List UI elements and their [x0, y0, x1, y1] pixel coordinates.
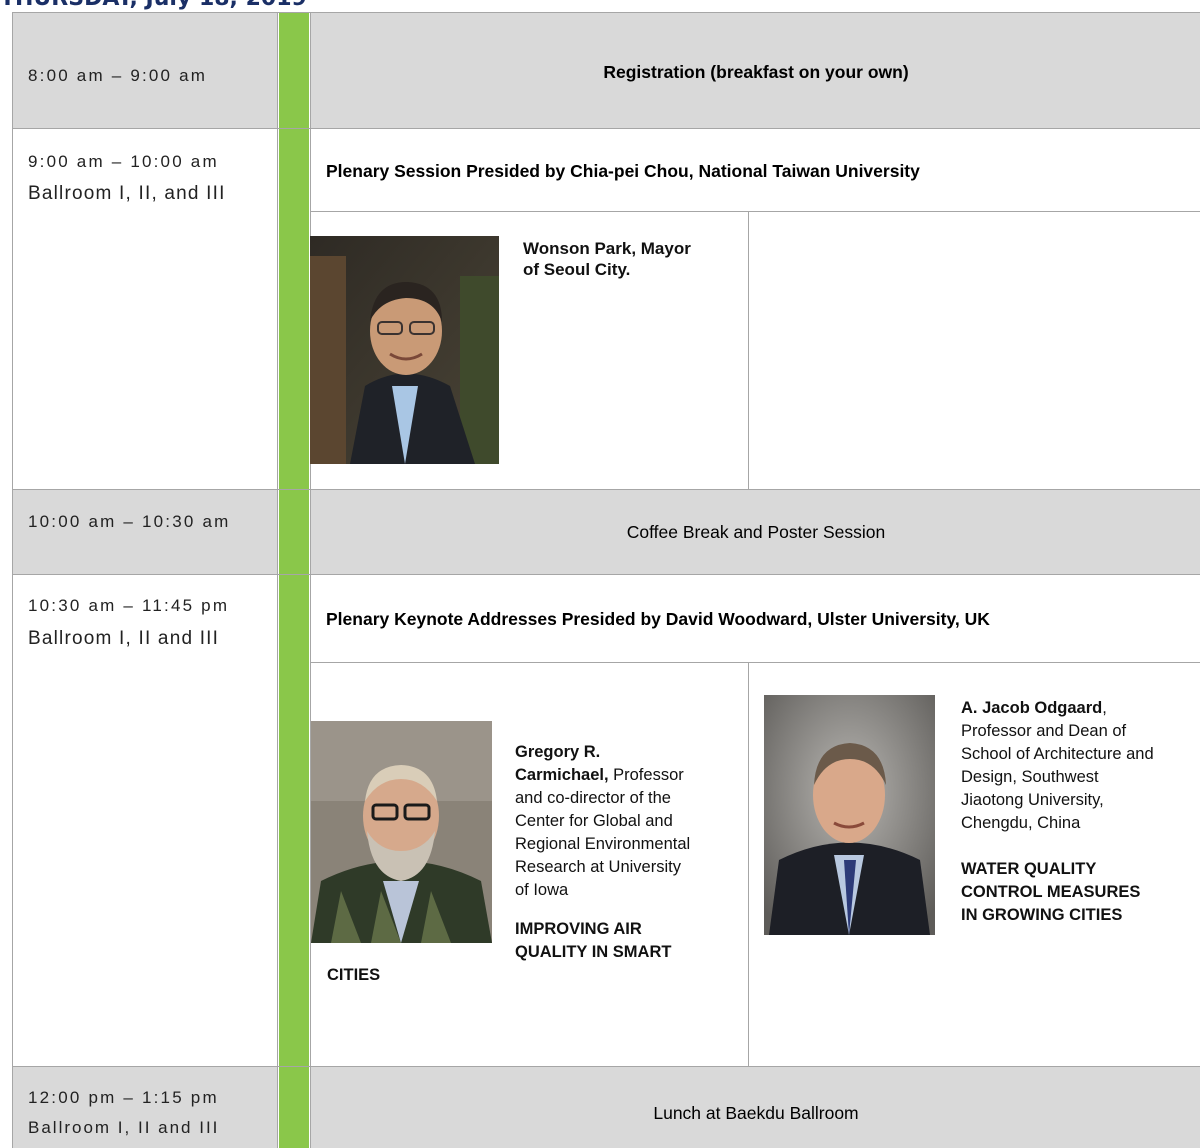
keynotes-time: 10:30 am – 11:45 pm	[28, 596, 230, 615]
row-divider	[12, 128, 1200, 129]
row-divider	[12, 1066, 1200, 1067]
registration-time: 8:00 am – 9:00 am	[28, 66, 208, 85]
speaker-divider-1	[748, 211, 749, 489]
coffee-time: 10:00 am – 10:30 am	[28, 512, 231, 531]
speaker-bio-jacob-odgaard: A. Jacob Odgaard, Professor and Dean of …	[961, 699, 1154, 832]
row-divider	[12, 489, 1200, 490]
day-heading: THURSDAY, July 18, 2019	[0, 0, 700, 12]
speaker-bio-gregory-carmichael: Gregory R. Carmichael, Professor and co-…	[515, 743, 691, 899]
registration-title: Registration (breakfast on your own)	[603, 62, 909, 82]
lunch-title: Lunch at Baekdu Ballroom	[653, 1103, 859, 1123]
plenary-room: Ballroom I, II, and III	[28, 183, 226, 204]
speaker-photo-jacob-odgaard	[764, 695, 935, 935]
lunch-time: 12:00 pm – 1:15 pm	[28, 1088, 219, 1107]
talk-title-air-quality-continued: CITIES	[327, 966, 381, 984]
speaker-photo-wonson-park	[310, 236, 499, 464]
lunch-room: Ballroom I, II and III	[28, 1118, 220, 1137]
plenary-title: Plenary Session Presided by Chia-pei Cho…	[326, 161, 920, 181]
row-divider	[12, 574, 1200, 575]
accent-column-divider	[310, 12, 311, 1148]
speaker-photo-gregory-carmichael	[311, 721, 492, 943]
talk-title-air-quality: IMPROVING AIR QUALITY IN SMART	[515, 920, 672, 961]
coffee-title: Coffee Break and Poster Session	[626, 522, 886, 542]
keynotes-title: Plenary Keynote Addresses Presided by Da…	[326, 609, 990, 629]
time-column-divider	[277, 12, 278, 1148]
row-divider	[311, 662, 1200, 663]
keynotes-room: Ballroom I, II and III	[28, 628, 220, 649]
speaker-name-wonson-park: Wonson Park, Mayor of Seoul City.	[523, 239, 691, 279]
speaker-divider-2	[748, 662, 749, 1066]
row-divider	[311, 211, 1200, 212]
plenary-time: 9:00 am – 10:00 am	[28, 152, 219, 171]
talk-title-water-quality: WATER QUALITY CONTROL MEASURES IN GROWIN…	[961, 860, 1141, 924]
green-accent-column	[279, 13, 309, 1148]
